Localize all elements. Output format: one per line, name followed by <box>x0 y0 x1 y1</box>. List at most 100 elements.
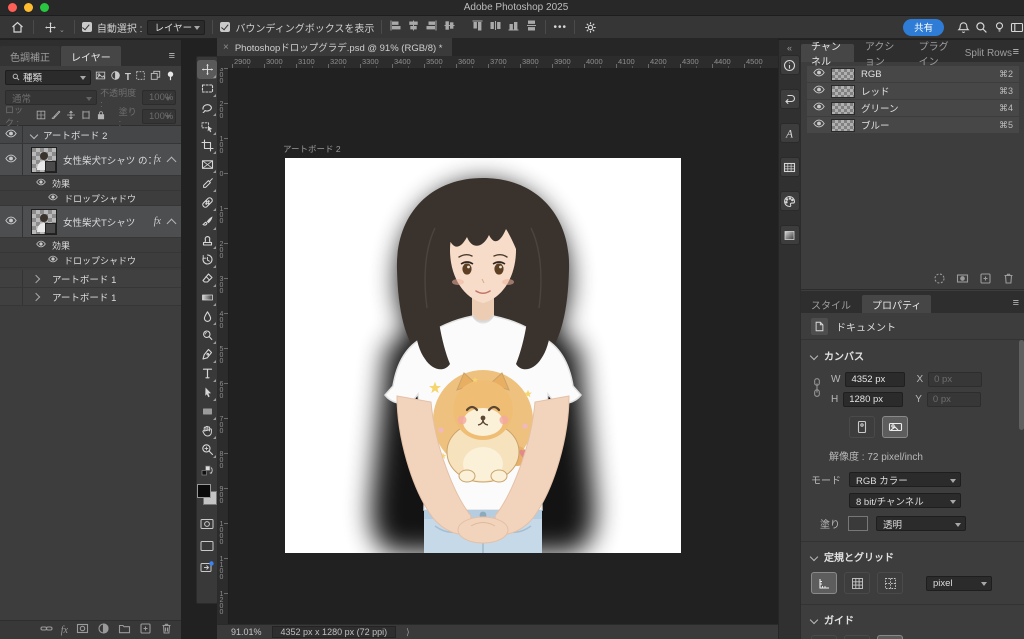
tab-layers[interactable]: レイヤー <box>61 46 121 66</box>
frame-tool[interactable] <box>197 155 217 174</box>
tab-plugins[interactable]: プラグイン <box>909 44 962 62</box>
layer-row-artboard-1b[interactable]: アートボード 1 <box>0 288 181 306</box>
panel-menu-icon[interactable]: ≡ <box>1013 46 1024 62</box>
add-layer-style-fx-icon[interactable]: fx <box>61 625 68 636</box>
align-top-edges-icon[interactable] <box>471 19 484 35</box>
toggle-rulers-icon[interactable] <box>811 572 837 594</box>
quick-mask-mode-icon[interactable] <box>197 514 217 533</box>
visibility-eye-icon[interactable] <box>0 144 23 175</box>
effects-row[interactable]: 効果 <box>0 238 181 253</box>
effects-row[interactable]: 効果 <box>0 176 181 191</box>
workspace-settings-gear-icon[interactable] <box>582 18 600 36</box>
canvas-area[interactable]: 3002001000100200300400500600700800900100… <box>217 68 778 639</box>
visibility-eye-icon[interactable] <box>813 68 825 80</box>
add-adjustment-layer-icon[interactable] <box>97 622 110 638</box>
toggle-guides-icon[interactable] <box>811 635 837 639</box>
visibility-eye-icon[interactable] <box>48 255 58 266</box>
visibility-eye-icon[interactable] <box>36 240 46 251</box>
height-input[interactable]: 1280 px <box>843 392 903 407</box>
default-swap-colors-icon[interactable] <box>197 461 217 480</box>
opacity-dropdown[interactable]: 100% <box>142 90 176 105</box>
toolbar-sync-icon[interactable] <box>197 558 217 577</box>
discover-lightbulb-icon[interactable] <box>990 18 1008 36</box>
visibility-eye-icon[interactable] <box>813 85 825 97</box>
guides-section-header[interactable]: ガイド <box>811 612 1015 627</box>
path-selection-tool[interactable] <box>197 383 217 402</box>
filter-pin-icon[interactable] <box>165 70 176 84</box>
document-tab[interactable]: × Photoshopドロップグラデ.psd @ 91% (RGB/8) * <box>217 38 452 56</box>
canvas-section-header[interactable]: カンバス <box>811 348 1015 363</box>
gradients-panel-icon[interactable] <box>780 225 800 245</box>
ruler-units-dropdown[interactable]: pixel <box>926 576 992 591</box>
close-tab-icon[interactable]: × <box>223 42 229 53</box>
y-input[interactable]: 0 px <box>927 392 981 407</box>
link-layers-icon[interactable] <box>40 622 53 638</box>
bounding-box-checkbox[interactable] <box>220 22 230 32</box>
panel-menu-icon[interactable]: ≡ <box>1013 297 1024 313</box>
home-icon[interactable] <box>8 18 26 36</box>
artboard[interactable] <box>285 158 681 553</box>
link-dimensions-icon[interactable] <box>811 375 823 404</box>
align-right-edges-icon[interactable] <box>425 19 438 35</box>
distribute-horizontally-icon[interactable] <box>489 19 502 35</box>
expand-chevron-icon[interactable] <box>32 274 40 282</box>
search-icon[interactable] <box>972 18 990 36</box>
tab-split-rows[interactable]: Split Rows Pan <box>963 44 1012 62</box>
lock-transparent-icon[interactable] <box>36 110 46 123</box>
gradient-tool[interactable] <box>197 288 217 307</box>
vertical-ruler[interactable]: 3002001000100200300400500600700800900100… <box>217 68 229 625</box>
lasso-tool[interactable] <box>197 98 217 117</box>
drop-shadow-row[interactable]: ドロップシャドウ <box>0 253 181 268</box>
orientation-portrait-button[interactable] <box>849 416 875 438</box>
lock-position-icon[interactable] <box>66 110 76 123</box>
share-button[interactable]: 共有 <box>903 19 944 36</box>
collapse-dock-chevron[interactable]: « <box>779 43 800 55</box>
align-bottom-edges-icon[interactable] <box>507 19 520 35</box>
new-group-folder-icon[interactable] <box>118 622 131 638</box>
history-brush-tool[interactable] <box>197 250 217 269</box>
pen-tool[interactable] <box>197 345 217 364</box>
orientation-landscape-button[interactable] <box>882 416 908 438</box>
rulers-grid-section-header[interactable]: 定規とグリッド <box>811 549 1015 564</box>
filter-shape-icon[interactable] <box>135 70 146 84</box>
x-input[interactable]: 0 px <box>928 372 982 387</box>
history-panel-icon[interactable] <box>780 89 800 109</box>
new-channel-icon[interactable] <box>979 272 992 288</box>
save-selection-as-channel-icon[interactable] <box>956 272 969 288</box>
visibility-eye-icon[interactable] <box>5 129 17 141</box>
visibility-eye-icon[interactable] <box>0 126 23 143</box>
visibility-eye-icon[interactable] <box>48 193 58 204</box>
auto-select-dropdown[interactable]: レイヤー <box>147 20 205 35</box>
layer-thumbnail[interactable] <box>31 147 57 173</box>
visibility-eye-icon[interactable] <box>813 102 825 114</box>
collapse-effects-chevron-icon[interactable] <box>167 218 177 228</box>
layer-row-artboard-1[interactable]: アートボード 1 <box>0 270 181 288</box>
delete-layer-trash-icon[interactable] <box>160 622 173 638</box>
channel-row-blue[interactable]: ブルー⌘5 <box>807 117 1019 133</box>
visibility-eye-icon[interactable] <box>5 154 17 166</box>
info-panel-icon[interactable] <box>780 55 800 75</box>
align-left-edges-icon[interactable] <box>389 19 402 35</box>
fill-dropdown[interactable]: 100% <box>142 109 176 124</box>
foreground-color-swatch[interactable] <box>197 484 211 498</box>
tab-properties[interactable]: プロパティ <box>862 295 931 313</box>
move-tool[interactable] <box>197 60 217 79</box>
lock-guides-icon[interactable] <box>844 635 870 639</box>
tab-styles[interactable]: スタイル <box>801 295 861 313</box>
delete-channel-trash-icon[interactable] <box>1002 272 1015 288</box>
collapse-effects-chevron-icon[interactable] <box>167 156 177 166</box>
new-layer-icon[interactable] <box>139 622 152 638</box>
panel-menu-icon[interactable]: ≡ <box>169 50 181 66</box>
zoom-tool[interactable] <box>197 440 217 459</box>
visibility-eye-icon[interactable] <box>36 178 46 189</box>
workspace-switcher-icon[interactable] <box>1008 18 1024 36</box>
expand-chevron-icon[interactable] <box>30 130 38 138</box>
healing-brush-tool[interactable] <box>197 193 217 212</box>
eyedropper-tool[interactable] <box>197 174 217 193</box>
type-tool[interactable] <box>197 364 217 383</box>
visibility-eye-icon[interactable] <box>0 206 23 237</box>
more-options-icon[interactable]: ••• <box>553 22 567 33</box>
align-vertical-centers-icon[interactable] <box>407 19 420 35</box>
zoom-level-field[interactable]: 91.01% <box>231 627 262 637</box>
filter-image-icon[interactable] <box>95 70 106 84</box>
